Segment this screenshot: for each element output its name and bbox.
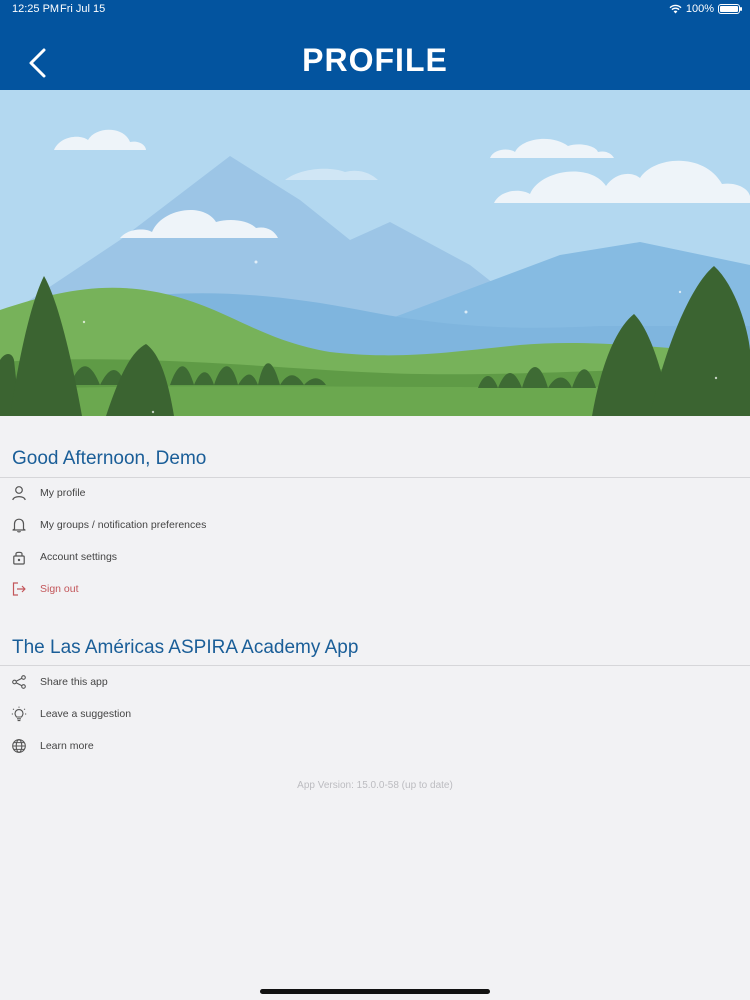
app-version: App Version: 15.0.0-58 (up to date) [297,780,453,791]
app-heading: The Las Américas ASPIRA Academy App [12,637,359,658]
menu-item-label: Share this app [40,676,108,688]
lock-icon [9,547,29,567]
sign-out-icon [9,579,29,599]
learn-more-item[interactable]: Learn more [0,731,750,761]
landscape-banner [0,90,750,416]
person-icon [9,483,29,503]
leave-suggestion-item[interactable]: Leave a suggestion [0,699,750,729]
greeting-heading: Good Afternoon, Demo [12,448,207,469]
share-icon [9,672,29,692]
menu-item-label: Learn more [40,740,94,752]
menu-item-label: My groups / notification preferences [40,519,207,531]
account-settings-item[interactable]: Account settings [0,542,750,572]
menu-item-label: Leave a suggestion [40,708,132,720]
page-title: PROFILE [302,42,448,78]
status-indicators: 100% [669,3,742,15]
sign-out-item[interactable]: Sign out [0,574,750,604]
lightbulb-icon [9,704,29,724]
my-profile-item[interactable]: My profile [0,478,750,508]
menu-item-label: My profile [40,487,86,499]
divider [0,665,750,666]
globe-icon [9,736,29,756]
status-time: 12:25 PM [12,3,60,15]
wifi-icon [669,4,682,14]
home-indicator [260,989,490,994]
battery-percent: 100% [685,3,714,15]
share-app-item[interactable]: Share this app [0,667,750,697]
menu-item-label: Account settings [40,551,118,563]
top-bar: 12:25 PM Fri Jul 15 100% PROFILE [0,0,750,90]
status-date: Fri Jul 15 [60,3,106,15]
menu-item-label: Sign out [40,583,79,595]
battery-icon [718,4,742,14]
bell-icon [9,515,29,535]
groups-notifications-item[interactable]: My groups / notification preferences [0,510,750,540]
